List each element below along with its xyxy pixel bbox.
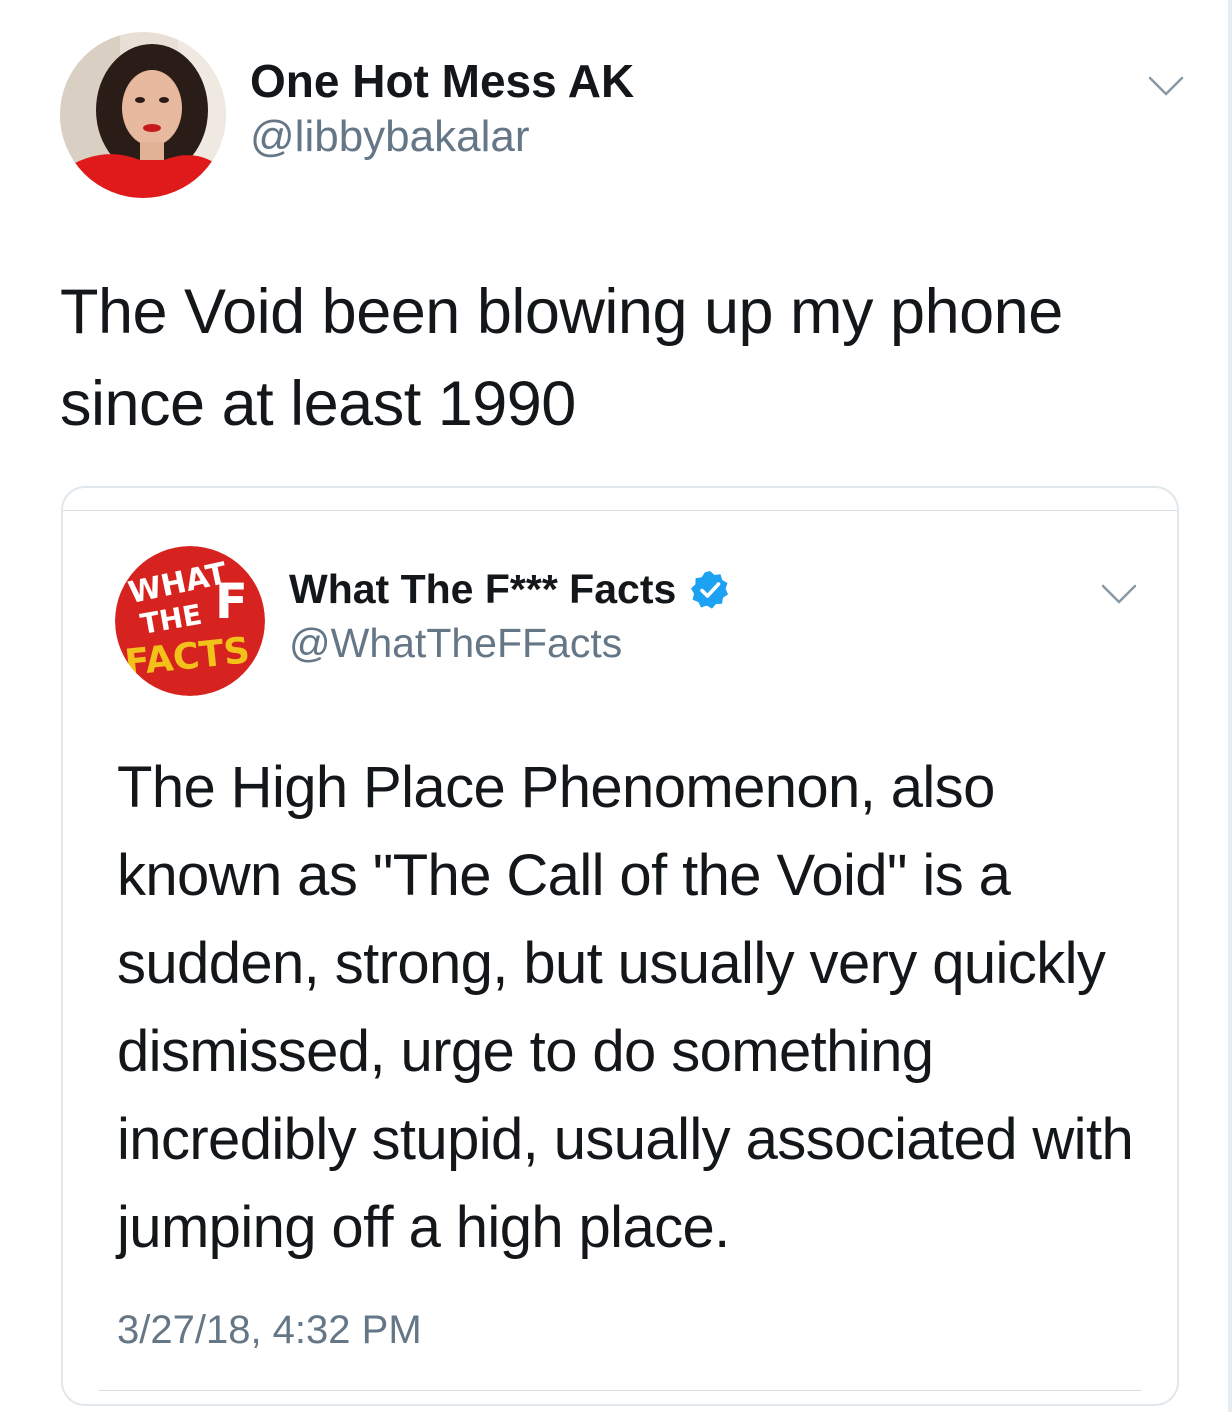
quoted-tweet-menu-button[interactable] [1099,582,1139,606]
quoted-author-handle[interactable]: @WhatTheFFacts [289,620,622,667]
quote-bottom-divider [99,1390,1141,1391]
chevron-down-icon [1148,76,1184,96]
chevron-down-icon [1101,584,1137,604]
quoted-author-name-row[interactable]: What The F*** Facts [289,566,730,613]
tweet-menu-button[interactable] [1146,74,1186,98]
quoted-author-avatar[interactable]: WHAT THE F FACTS [115,546,265,696]
author-avatar[interactable] [60,32,226,198]
svg-text:F: F [215,574,248,630]
quoted-author-display-name[interactable]: What The F*** Facts [289,566,676,613]
tweet-text: The Void been blowing up my phone since … [60,277,1063,439]
quoted-tweet-text: The High Place Phenomenon, also known as… [117,755,1134,1260]
what-the-facts-logo: WHAT THE F FACTS [115,546,265,696]
quote-top-divider [63,510,1177,511]
verified-badge-icon [690,570,730,610]
quoted-tweet-card[interactable]: WHAT THE F FACTS What The F*** Facts @Wh… [61,486,1179,1406]
author-display-name[interactable]: One Hot Mess AK [250,54,634,108]
author-handle[interactable]: @libbybakalar [250,112,529,162]
profile-photo-avatar [60,32,226,198]
right-edge-divider [1228,0,1232,1412]
quoted-tweet-timestamp[interactable]: 3/27/18, 4:32 PM [117,1308,422,1353]
